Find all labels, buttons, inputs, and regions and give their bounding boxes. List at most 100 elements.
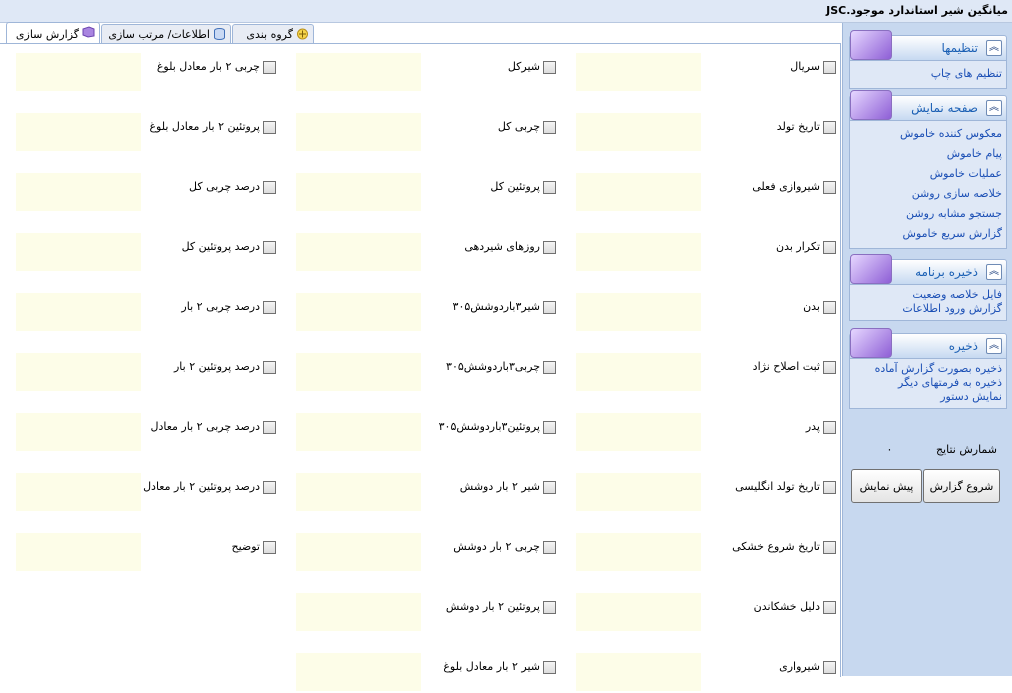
field-checkbox[interactable] [823,541,836,554]
tab-data-sort[interactable]: اطلاعات/ مرتب سازی [101,24,231,44]
field-value-box[interactable] [576,53,701,91]
link-save-as-report[interactable]: ذخیره بصورت گزارش آماده [854,362,1002,376]
save-program-panel-header[interactable]: ︽ ذخیره برنامه [849,254,1007,285]
field-value-box[interactable] [296,413,421,451]
field-checkbox[interactable] [543,541,556,554]
field-value-box[interactable] [16,533,141,571]
link-operations[interactable]: عملیات خاموش [854,164,1002,184]
link-message[interactable]: پیام خاموش [854,144,1002,164]
field-checkbox[interactable] [263,301,276,314]
field-checkbox[interactable] [543,361,556,374]
field-checkbox[interactable] [823,301,836,314]
collapse-chevron-icon[interactable]: ︽ [986,100,1002,116]
field-label: چربی ۲ بار معادل بلوغ [156,60,260,73]
field-checkbox[interactable] [823,61,836,74]
field-checkbox[interactable] [823,241,836,254]
field-value-box[interactable] [296,653,421,691]
save-panel-header[interactable]: ︽ ذخیره [849,328,1007,359]
settings-panel-header[interactable]: ︽ تنظیمها [849,30,1007,61]
field-value-box[interactable] [296,53,421,91]
field-label: چربی۳باردوشش۳۰۵ [446,360,540,373]
field-value-box[interactable] [16,173,141,211]
field-value-box[interactable] [296,353,421,391]
tab-report-builder[interactable]: گزارش سازی [6,22,100,45]
field-value-box[interactable] [576,233,701,271]
field-value-box[interactable] [16,293,141,331]
field-label: توضیح [231,540,260,553]
field-checkbox[interactable] [543,421,556,434]
field-value-box[interactable] [16,353,141,391]
field-value-box[interactable] [576,653,701,691]
link-save-other-formats[interactable]: ذخیره به فرمتهای دیگر [854,376,1002,390]
field-value-box[interactable] [576,593,701,631]
field-checkbox[interactable] [823,481,836,494]
link-similar-search[interactable]: جستجو مشابه روشن [854,204,1002,224]
field-label: چربی ۲ بار دوشش [453,540,540,553]
field-checkbox[interactable] [263,361,276,374]
preview-button[interactable]: پیش نمایش [851,469,922,503]
result-counter-value: ۰ [886,443,893,456]
field-value-box[interactable] [576,353,701,391]
field-checkbox[interactable] [543,61,556,74]
field-checkbox[interactable] [263,481,276,494]
field-label: پروتئین ۲ بار دوشش [445,600,540,613]
field-value-box[interactable] [296,473,421,511]
report-field-right: شیرواری [576,653,836,693]
collapse-chevron-icon[interactable]: ︽ [986,338,1002,354]
field-value-box[interactable] [16,473,141,511]
field-value-box[interactable] [576,413,701,451]
field-checkbox[interactable] [823,361,836,374]
link-summarize[interactable]: خلاصه سازی روشن [854,184,1002,204]
field-value-box[interactable] [576,173,701,211]
field-value-box[interactable] [16,53,141,91]
field-checkbox[interactable] [263,421,276,434]
field-value-box[interactable] [16,413,141,451]
link-inverter[interactable]: معکوس کننده خاموش [854,124,1002,144]
start-report-button[interactable]: شروع گزارش [923,469,1000,503]
link-status-summary-file[interactable]: فایل خلاصه وضعیت [854,288,1002,302]
field-value-box[interactable] [296,293,421,331]
field-label: درصد پروتئین کل [181,240,260,253]
report-field-left: درصد چربی کل [16,173,276,213]
field-checkbox[interactable] [823,421,836,434]
field-checkbox[interactable] [543,301,556,314]
field-checkbox[interactable] [823,601,836,614]
field-checkbox[interactable] [823,181,836,194]
field-checkbox[interactable] [543,661,556,674]
field-value-box[interactable] [296,173,421,211]
field-checkbox[interactable] [263,121,276,134]
field-value-box[interactable] [296,593,421,631]
link-print-settings[interactable]: تنظیم های چاپ [854,64,1002,84]
field-value-box[interactable] [576,473,701,511]
field-checkbox[interactable] [543,121,556,134]
field-checkbox[interactable] [263,541,276,554]
field-checkbox[interactable] [263,241,276,254]
collapse-chevron-icon[interactable]: ︽ [986,40,1002,56]
link-quick-report[interactable]: گزارش سریع خاموش [854,224,1002,244]
field-checkbox[interactable] [263,181,276,194]
field-value-box[interactable] [576,293,701,331]
field-value-box[interactable] [16,113,141,151]
tab-grouping[interactable]: گروه بندی [232,24,314,44]
display-panel-header[interactable]: ︽ صفحه نمایش [849,90,1007,121]
field-checkbox[interactable] [543,241,556,254]
report-field-middle: پروتئین ۲ بار دوشش [296,593,556,633]
field-checkbox[interactable] [543,181,556,194]
report-field-right: شیروازی فعلی [576,173,836,213]
report-field-left: درصد پروتئین کل [16,233,276,273]
link-data-entry-report[interactable]: گزارش ورود اطلاعات [854,302,1002,316]
field-checkbox[interactable] [543,481,556,494]
field-value-box[interactable] [576,533,701,571]
field-checkbox[interactable] [263,61,276,74]
link-show-command[interactable]: نمایش دستور [854,390,1002,404]
field-value-box[interactable] [296,113,421,151]
collapse-chevron-icon[interactable]: ︽ [986,264,1002,280]
field-value-box[interactable] [296,233,421,271]
field-value-box[interactable] [16,233,141,271]
field-value-box[interactable] [576,113,701,151]
field-checkbox[interactable] [543,601,556,614]
field-checkbox[interactable] [823,121,836,134]
field-label: شیرکل [507,60,540,73]
field-checkbox[interactable] [823,661,836,674]
field-value-box[interactable] [296,533,421,571]
